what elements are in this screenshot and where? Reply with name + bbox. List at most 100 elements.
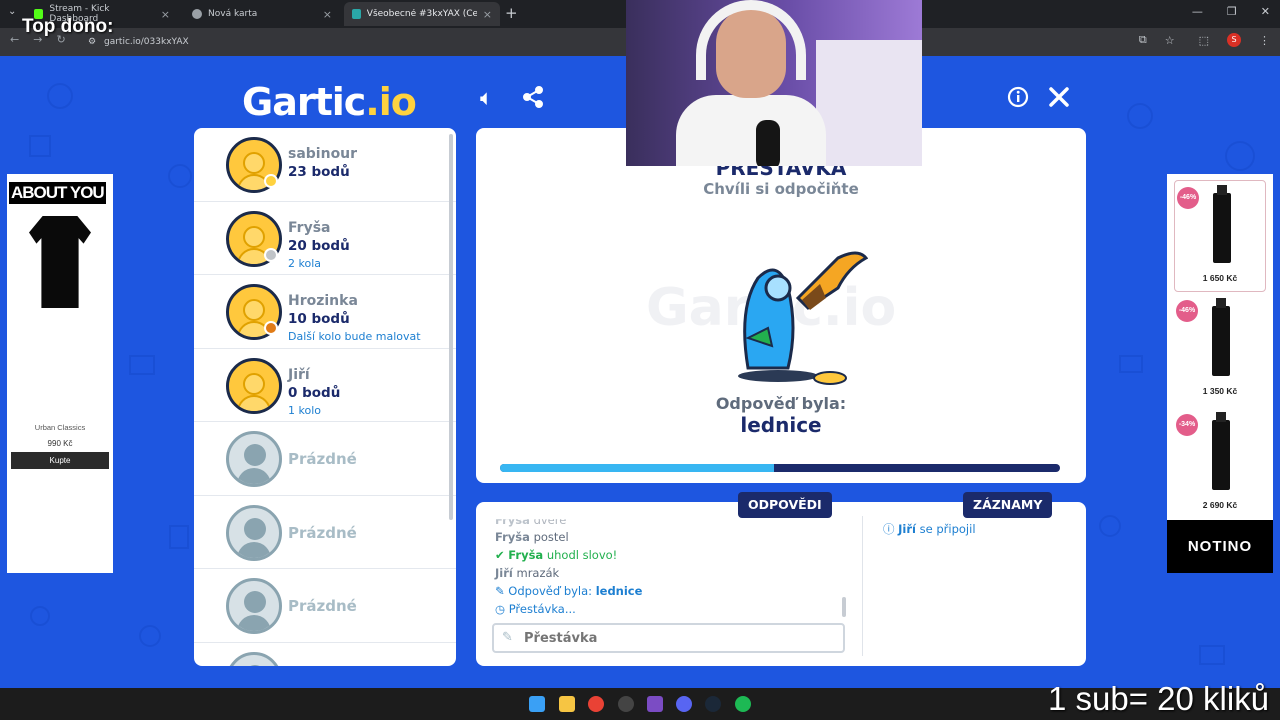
info-icon[interactable] xyxy=(1007,86,1029,114)
avatar xyxy=(226,357,282,414)
drawing-panel: PŘESTÁVKA Chvíli si odpočiňte Gartic.io … xyxy=(476,128,1086,483)
gartic-logo[interactable]: Gartic.io xyxy=(242,80,417,124)
shelf-background xyxy=(816,40,922,166)
obs-icon[interactable] xyxy=(618,696,634,712)
window-close-icon[interactable]: ✕ xyxy=(1261,5,1270,18)
break-subtitle: Chvíli si odpočiňte xyxy=(703,180,859,198)
tab-close-icon[interactable]: × xyxy=(323,8,332,21)
chat-divider xyxy=(862,516,863,656)
ad-price: 990 Kč xyxy=(47,439,73,448)
record-entry: ⓘ Jiří se připojil xyxy=(883,522,976,536)
round-progress-bar xyxy=(500,464,1060,472)
chrome-icon[interactable] xyxy=(588,696,604,712)
chat-message: Fryša postel xyxy=(495,530,569,544)
tab-close-icon[interactable]: × xyxy=(161,8,170,21)
volume-icon[interactable]: 🔈︎ xyxy=(480,86,493,111)
answer-input[interactable] xyxy=(524,629,834,647)
maximize-icon[interactable]: ❐ xyxy=(1227,5,1237,18)
tab-gartic[interactable]: Všeobecné #3kxYAX (Češtin × xyxy=(344,2,500,26)
info-small-icon: ⓘ xyxy=(883,522,895,536)
globe-favicon-icon xyxy=(192,9,202,19)
extensions-icon[interactable]: ⬚ xyxy=(1199,34,1209,47)
empty-avatar xyxy=(226,504,282,561)
tab-answers[interactable]: ODPOVĚDI xyxy=(738,492,832,518)
install-app-icon[interactable]: ⧉ xyxy=(1139,33,1147,47)
answer-word: lednice xyxy=(740,413,822,437)
progress-fill xyxy=(500,464,775,472)
ad-about-you[interactable]: ABOUT YOU Urban Classics 990 Kč Kupte xyxy=(7,174,113,573)
share-icon[interactable] xyxy=(522,86,544,114)
chat-message-system: ◷ Přestávka... xyxy=(495,602,576,616)
clock-icon: ◷ xyxy=(495,602,506,616)
tab-label: Všeobecné #3kxYAX (Češtin xyxy=(366,9,477,19)
ad-brand-logo: NOTINO xyxy=(1167,520,1273,573)
tab-close-icon[interactable]: × xyxy=(483,8,492,21)
ad-price: 1 650 Kč xyxy=(1202,273,1238,283)
ad-price: 1 350 Kč xyxy=(1202,386,1238,396)
empty-slot: Prázdné xyxy=(194,496,456,569)
ad-price: 2 690 Kč xyxy=(1202,500,1238,510)
discount-badge: -34% xyxy=(1176,414,1198,436)
chat-message: Jiří mrazák xyxy=(495,566,560,580)
top-donor-label: Top dono: xyxy=(22,16,114,37)
player-points: 20 bodů xyxy=(288,237,350,254)
discord-icon[interactable] xyxy=(676,696,692,712)
ad-buy-button[interactable]: Kupte xyxy=(11,452,109,469)
browser-menu-icon[interactable]: ⋮ xyxy=(1259,34,1270,47)
discount-badge: -46% xyxy=(1177,187,1199,209)
gartic-favicon-icon xyxy=(352,9,361,19)
spotify-icon[interactable] xyxy=(735,696,751,712)
windows-start-icon[interactable] xyxy=(529,696,545,712)
empty-avatar xyxy=(226,578,282,634)
logo-main: Gartic xyxy=(242,80,366,124)
player-name: Jiří xyxy=(288,366,310,383)
answer-input-box[interactable]: ✎ xyxy=(492,623,845,653)
player-extra: Další kolo bude malovat xyxy=(288,330,421,343)
apps-icon[interactable] xyxy=(647,696,663,712)
empty-label: Prázdné xyxy=(288,523,357,542)
players-panel: sabinour 23 bodů Fryša 20 bodů 2 kola Hr… xyxy=(194,128,456,666)
file-explorer-icon[interactable] xyxy=(559,696,575,712)
new-tab-button[interactable]: + xyxy=(505,4,518,22)
chat-message-correct: ✔ Fryša uhodl slovo! xyxy=(495,548,618,562)
players-scrollbar[interactable] xyxy=(449,134,453,520)
player-row[interactable]: sabinour 23 bodů xyxy=(194,128,456,202)
empty-avatar xyxy=(226,431,282,487)
perfume-bottle-image xyxy=(1213,185,1231,263)
tab-new-tab[interactable]: Nová karta × xyxy=(184,2,340,26)
back-icon[interactable]: ← xyxy=(10,33,19,46)
url-field[interactable]: ⚙ gartic.io/033kxYAX xyxy=(86,33,1126,51)
discount-badge: -46% xyxy=(1176,300,1198,322)
player-row[interactable]: Fryša 20 bodů 2 kola xyxy=(194,202,456,275)
empty-slot xyxy=(194,643,456,666)
status-dot xyxy=(264,247,278,262)
minimize-icon[interactable]: — xyxy=(1192,5,1203,18)
close-icon[interactable] xyxy=(1048,86,1070,114)
headphones-image xyxy=(696,0,806,80)
ad-product[interactable]: -46% 1 650 Kč xyxy=(1174,180,1266,292)
chat-scrollbar[interactable] xyxy=(842,597,846,617)
perfume-bottle-image xyxy=(1212,298,1230,376)
empty-label: Prázdné xyxy=(288,597,357,615)
ad-notino[interactable]: -46% 1 650 Kč -46% 1 350 Kč -34% 2 690 K… xyxy=(1167,174,1273,573)
chat-message-system: ✎ Odpověď byla: lednice xyxy=(495,584,643,598)
tab-search-icon[interactable]: ⌄ xyxy=(8,6,16,17)
bookmark-star-icon[interactable]: ☆ xyxy=(1165,34,1175,47)
ad-product[interactable]: -46% 1 350 Kč xyxy=(1174,294,1266,406)
logo-suffix: .io xyxy=(365,80,417,124)
empty-avatar xyxy=(226,651,282,666)
player-row[interactable]: Jiří 0 bodů 1 kolo xyxy=(194,349,456,422)
microphone-image xyxy=(756,120,780,166)
ad-brand-logo: ABOUT YOU xyxy=(9,182,106,204)
tab-records[interactable]: ZÁZNAMY xyxy=(963,492,1053,518)
empty-slot: Prázdné xyxy=(194,422,456,496)
player-row[interactable]: Hrozinka 10 bodů Další kolo bude malovat xyxy=(194,275,456,349)
ad-product[interactable]: -34% 2 690 Kč xyxy=(1174,408,1266,520)
webcam-overlay xyxy=(626,0,922,166)
player-name: Fryša xyxy=(288,219,331,236)
steam-icon[interactable] xyxy=(705,696,721,712)
profile-avatar[interactable]: S xyxy=(1227,33,1241,47)
check-icon: ✔ xyxy=(495,548,505,562)
tab-label: Nová karta xyxy=(208,9,258,19)
empty-label: Prázdné xyxy=(288,450,357,468)
